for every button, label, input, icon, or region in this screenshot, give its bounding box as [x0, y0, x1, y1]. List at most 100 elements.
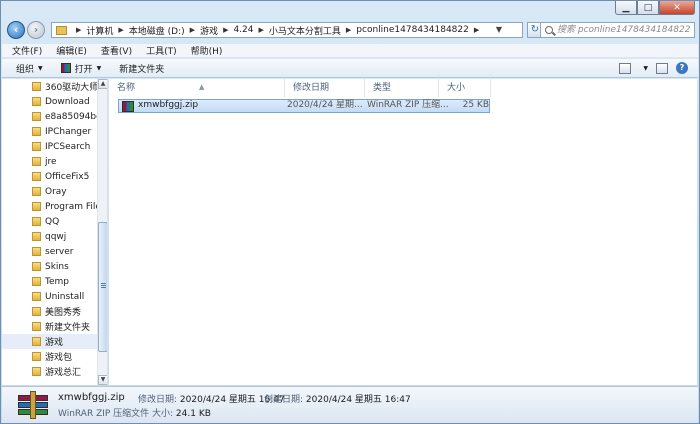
- details-created: 创建日期: 2020/4/24 星期五 16:47: [264, 395, 411, 405]
- nav-item[interactable]: IPCSearch: [2, 139, 98, 154]
- new-folder-button[interactable]: 新建文件夹: [119, 62, 164, 75]
- breadcrumb-pconline[interactable]: pconline1478434184822 ▶: [356, 25, 484, 35]
- winrar-zip-icon: [122, 100, 134, 112]
- file-size: 25 KB: [462, 100, 489, 110]
- address-bar[interactable]: ▶ 计算机 ▶ 本地磁盘 (D:) ▶ 游戏 ▶ 4.24 ▶ 小马文本分割工具 ▶ pc…: [51, 22, 523, 38]
- nav-item[interactable]: qqwj: [2, 229, 98, 244]
- nav-item[interactable]: Program Files: [2, 199, 98, 214]
- folder-icon: [32, 82, 41, 91]
- column-size[interactable]: 大小: [439, 79, 491, 97]
- folder-icon: [32, 232, 41, 241]
- details-file-type: WinRAR ZIP 压缩文件: [58, 409, 150, 419]
- nav-scrollbar[interactable]: ▲ ▼: [97, 79, 107, 385]
- minimize-button[interactable]: ▁: [615, 1, 637, 15]
- toolbar: 组织 ▼ 打开 ▼ 新建文件夹 ▼ ?: [2, 59, 698, 78]
- open-label: 打开: [74, 64, 93, 75]
- breadcrumb-tool[interactable]: 小马文本分割工具 ▶: [269, 24, 356, 37]
- menu-help[interactable]: 帮助(H): [191, 44, 223, 57]
- address-row: ‹ › ▶ 计算机 ▶ 本地磁盘 (D:) ▶ 游戏 ▶ 4.24 ▶ 小马文本分割工具…: [5, 18, 697, 42]
- folder-icon: [32, 262, 41, 271]
- sort-indicator-icon: ▲: [199, 83, 205, 91]
- nav-item[interactable]: IPChanger: [2, 124, 98, 139]
- nav-item[interactable]: QQ: [2, 214, 98, 229]
- preview-pane-icon[interactable]: [656, 62, 668, 74]
- folder-icon: [32, 202, 41, 211]
- navigation-pane: 360驱动大师目 Download e8a85094bdb IPChanger …: [2, 79, 108, 385]
- nav-item[interactable]: jre: [2, 154, 98, 169]
- organize-button[interactable]: 组织 ▼: [16, 62, 43, 75]
- folder-icon: [32, 172, 41, 181]
- breadcrumb-4-24[interactable]: 4.24 ▶: [233, 25, 268, 35]
- folder-icon: [32, 127, 41, 136]
- folder-icon: [32, 352, 41, 361]
- nav-item[interactable]: Oray: [2, 184, 98, 199]
- nav-item-selected[interactable]: 游戏: [2, 334, 98, 349]
- folder-icon: [32, 187, 41, 196]
- details-file-name: xmwbfggj.zip: [58, 392, 125, 403]
- nav-item[interactable]: 游戏包: [2, 349, 98, 364]
- nav-item[interactable]: 新建文件夹: [2, 319, 98, 334]
- maximize-button[interactable]: □: [637, 1, 659, 15]
- folder-icon: [32, 292, 41, 301]
- details-modified: 修改日期: 2020/4/24 星期五 16:47: [138, 395, 285, 405]
- scroll-down-icon[interactable]: ▼: [98, 375, 107, 385]
- file-row[interactable]: xmwbfggj.zip 2020/4/24 星期... WinRAR ZIP …: [118, 99, 490, 113]
- column-name[interactable]: ▲ 名称: [109, 79, 285, 97]
- caption-buttons: ▁ □ ✕: [615, 1, 695, 15]
- scroll-thumb[interactable]: [98, 222, 107, 352]
- folder-icon: [32, 247, 41, 256]
- nav-item[interactable]: Uninstall: [2, 289, 98, 304]
- folder-icon: [32, 337, 41, 346]
- folder-icon: [32, 307, 41, 316]
- breadcrumb-drive-d[interactable]: 本地磁盘 (D:) ▶: [129, 24, 200, 37]
- menu-file[interactable]: 文件(F): [12, 44, 42, 57]
- menu-bar: 文件(F) 编辑(E) 查看(V) 工具(T) 帮助(H): [2, 44, 698, 58]
- nav-item[interactable]: 美图秀秀: [2, 304, 98, 319]
- column-headers: ▲ 名称 修改日期 类型 大小: [109, 79, 697, 97]
- scroll-up-icon[interactable]: ▲: [98, 79, 107, 89]
- open-button[interactable]: 打开 ▼: [60, 62, 102, 75]
- winrar-archive-icon: [18, 391, 48, 419]
- folder-icon: [32, 367, 41, 376]
- column-type[interactable]: 类型: [365, 79, 439, 97]
- chevron-down-icon: ▼: [38, 64, 43, 72]
- file-type: WinRAR ZIP 压缩...: [367, 100, 449, 110]
- close-button[interactable]: ✕: [659, 1, 695, 15]
- help-icon[interactable]: ?: [676, 62, 688, 74]
- chevron-down-icon[interactable]: ▼: [643, 65, 648, 72]
- folder-icon: [32, 217, 41, 226]
- menu-view[interactable]: 查看(V): [101, 44, 132, 57]
- file-list-pane: ▲ 名称 修改日期 类型 大小 xmwbfggj.zip 2020/4/24 星…: [109, 79, 697, 385]
- file-name: xmwbfggj.zip: [138, 100, 199, 110]
- nav-item[interactable]: OfficeFix5: [2, 169, 98, 184]
- chevron-down-icon: ▼: [96, 64, 102, 72]
- breadcrumb-games[interactable]: 游戏 ▶: [200, 24, 233, 37]
- back-button[interactable]: ‹: [7, 21, 25, 39]
- crumb-start[interactable]: ▶: [71, 26, 86, 34]
- toolbar-right: ▼ ?: [619, 62, 688, 74]
- column-date[interactable]: 修改日期: [285, 79, 365, 97]
- details-pane: xmwbfggj.zip WinRAR ZIP 压缩文件 修改日期: 2020/…: [2, 386, 698, 423]
- folder-icon: [32, 157, 41, 166]
- nav-item[interactable]: Download: [2, 94, 98, 109]
- forward-button[interactable]: ›: [27, 21, 45, 39]
- nav-item[interactable]: Temp: [2, 274, 98, 289]
- view-options-icon[interactable]: [619, 62, 632, 74]
- search-placeholder: 搜索 pconline1478434184822: [557, 25, 691, 35]
- new-folder-label: 新建文件夹: [119, 64, 165, 75]
- menu-edit[interactable]: 编辑(E): [56, 44, 87, 57]
- nav-item[interactable]: Skins: [2, 259, 98, 274]
- folder-icon: [32, 277, 41, 286]
- breadcrumb-computer[interactable]: 计算机 ▶: [86, 24, 128, 37]
- nav-item[interactable]: 游戏总汇: [2, 364, 98, 379]
- nav-item[interactable]: e8a85094bdb: [2, 109, 98, 124]
- details-size: 大小: 24.1 KB: [152, 409, 211, 419]
- folder-icon: [32, 142, 41, 151]
- file-date: 2020/4/24 星期...: [287, 100, 363, 110]
- nav-item[interactable]: 360驱动大师目: [2, 79, 98, 94]
- explorer-window: ▁ □ ✕ ‹ › ▶ 计算机 ▶ 本地磁盘 (D:) ▶ 游戏 ▶ 4.24 ▶ 小马…: [0, 0, 700, 424]
- address-dropdown-icon[interactable]: ▼: [496, 25, 502, 34]
- menu-tools[interactable]: 工具(T): [146, 44, 177, 57]
- search-input[interactable]: 搜索 pconline1478434184822: [540, 22, 695, 38]
- nav-item[interactable]: server: [2, 244, 98, 259]
